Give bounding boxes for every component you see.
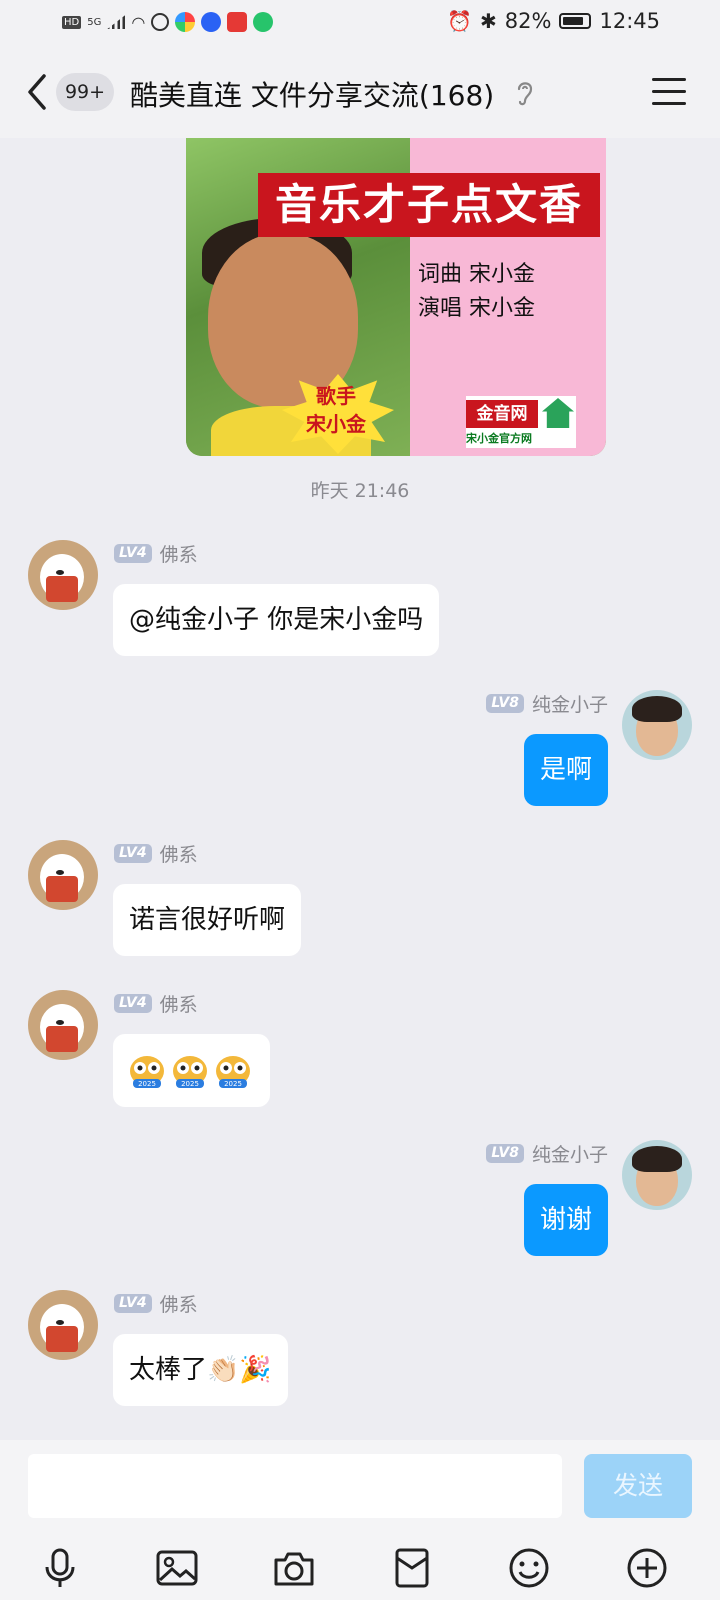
poster-logo-subtext: 宋小金官方网 xyxy=(466,432,532,445)
wifi-icon: ◠ xyxy=(131,12,146,32)
sender-meta: LV8 纯金小子 xyxy=(486,690,608,717)
sender-meta: LV4 佛系 xyxy=(114,1290,198,1317)
bear-book xyxy=(46,1026,78,1052)
poster-singer-label-1: 歌手 xyxy=(316,384,356,408)
level-badge: LV8 xyxy=(486,694,524,713)
group-title[interactable]: 酷美直连 文件分享交流(168) xyxy=(130,74,494,114)
bear-eye xyxy=(56,1020,64,1025)
battery-percent: 82% xyxy=(504,9,552,33)
avatar-hair xyxy=(632,696,682,722)
battery-icon xyxy=(559,13,592,29)
message-input[interactable] xyxy=(28,1454,562,1518)
timestamp: 昨天 21:46 xyxy=(310,480,410,502)
sticker-year: 2025 xyxy=(181,1080,199,1088)
bear-book xyxy=(46,876,78,902)
sticker-year: 2025 xyxy=(138,1080,156,1088)
avatar[interactable] xyxy=(622,1140,692,1210)
avatar[interactable] xyxy=(622,690,692,760)
sender-meta: LV4 佛系 xyxy=(114,990,198,1017)
level-badge: LV4 xyxy=(114,1294,152,1313)
level-badge: LV4 xyxy=(114,844,152,863)
ear-icon[interactable] xyxy=(514,78,536,108)
poster-singer-label: 歌手 宋小金 xyxy=(286,382,386,438)
poster-banner-title: 音乐才子点文香 xyxy=(258,173,600,237)
image-icon[interactable] xyxy=(155,1546,199,1590)
message-bubble[interactable]: 诺言很好听啊 xyxy=(113,884,302,956)
bear-book xyxy=(46,576,78,602)
sender-name[interactable]: 纯金小子 xyxy=(532,690,608,717)
avatar-hair xyxy=(632,1146,682,1172)
menu-line-icon xyxy=(652,102,686,105)
avatar[interactable] xyxy=(28,540,98,610)
sender-name[interactable]: 佛系 xyxy=(160,840,198,867)
level-badge: LV8 xyxy=(486,1144,524,1163)
camera-icon[interactable] xyxy=(272,1546,316,1590)
sender-meta: LV8 纯金小子 xyxy=(486,1140,608,1167)
sender-name[interactable]: 佛系 xyxy=(160,540,198,567)
poster-singer-label-2: 宋小金 xyxy=(306,412,366,436)
app-green-icon xyxy=(253,12,274,32)
chevron-left-icon xyxy=(28,74,46,110)
baidu-icon xyxy=(201,12,222,32)
message-bubble[interactable]: 是啊 xyxy=(523,734,608,806)
status-left: HD 5G ◠ xyxy=(62,12,274,32)
back-button[interactable] xyxy=(22,72,52,112)
composer-toolbar xyxy=(0,1546,720,1588)
bear-eye xyxy=(56,570,64,575)
microphone-icon[interactable] xyxy=(38,1546,82,1590)
sender-name[interactable]: 纯金小子 xyxy=(532,1140,608,1167)
bluetooth-icon: ✱ xyxy=(480,9,497,33)
sender-meta: LV4 佛系 xyxy=(114,840,198,867)
menu-line-icon xyxy=(652,78,686,81)
avatar[interactable] xyxy=(28,1290,98,1360)
poster-logo-text: 金音网 xyxy=(466,400,538,428)
emoji-icon[interactable] xyxy=(507,1546,551,1590)
avatar[interactable] xyxy=(28,990,98,1060)
house-logo-icon xyxy=(542,398,574,428)
bear-eye xyxy=(56,870,64,875)
chat-header: 99+ 酷美直连 文件分享交流(168) xyxy=(0,48,720,138)
message-bubble[interactable]: @纯金小子 你是宋小金吗 xyxy=(113,584,440,656)
bear-eye xyxy=(56,1320,64,1325)
sender-name[interactable]: 佛系 xyxy=(160,990,198,1017)
poster-credit-singer: 演唱 宋小金 xyxy=(418,296,535,321)
sticker-bubble[interactable]: 2025 2025 2025 xyxy=(113,1034,270,1107)
menu-button[interactable] xyxy=(652,78,686,108)
owl-2025-sticker: 2025 xyxy=(170,1051,210,1091)
status-bar: HD 5G ◠ ⏰ ✱ 82% 12:45 xyxy=(0,0,720,48)
alarm-icon: ⏰ xyxy=(447,9,473,33)
sender-meta: LV4 佛系 xyxy=(114,540,198,567)
status-right: ⏰ ✱ 82% 12:45 xyxy=(447,9,660,33)
menu-line-icon xyxy=(652,90,686,93)
owl-2025-sticker: 2025 xyxy=(213,1051,253,1091)
app-k-icon xyxy=(151,13,170,31)
send-button[interactable]: 发送 xyxy=(584,1454,692,1518)
message-bubble[interactable]: 谢谢 xyxy=(523,1184,608,1256)
level-badge: LV4 xyxy=(114,544,152,563)
avatar[interactable] xyxy=(28,840,98,910)
poster-logo: 金音网 宋小金官方网 xyxy=(466,396,576,448)
app-color-icon xyxy=(175,12,196,32)
unread-count-badge[interactable]: 99+ xyxy=(56,73,114,111)
shared-image-poster[interactable]: 音乐才子点文香 词曲 宋小金 演唱 宋小金 歌手 宋小金 金音网 宋小金官方网 xyxy=(186,138,606,456)
message-bubble[interactable]: 太棒了👏🏻🎉 xyxy=(113,1334,288,1406)
sticker-year: 2025 xyxy=(224,1080,242,1088)
bear-book xyxy=(46,1326,78,1352)
level-badge: LV4 xyxy=(114,994,152,1013)
poster-credit-lyrics: 词曲 宋小金 xyxy=(418,262,535,287)
owl-2025-sticker: 2025 xyxy=(127,1051,167,1091)
red-packet-icon[interactable] xyxy=(390,1546,434,1590)
signal-icon xyxy=(107,15,126,29)
hd-indicator: HD xyxy=(62,15,82,29)
composer-bar: 发送 xyxy=(0,1440,720,1600)
network-indicator: 5G xyxy=(87,16,102,28)
clock: 12:45 xyxy=(599,9,660,33)
plus-icon[interactable] xyxy=(625,1546,669,1590)
taobao-icon xyxy=(227,12,248,32)
sender-name[interactable]: 佛系 xyxy=(160,1290,198,1317)
